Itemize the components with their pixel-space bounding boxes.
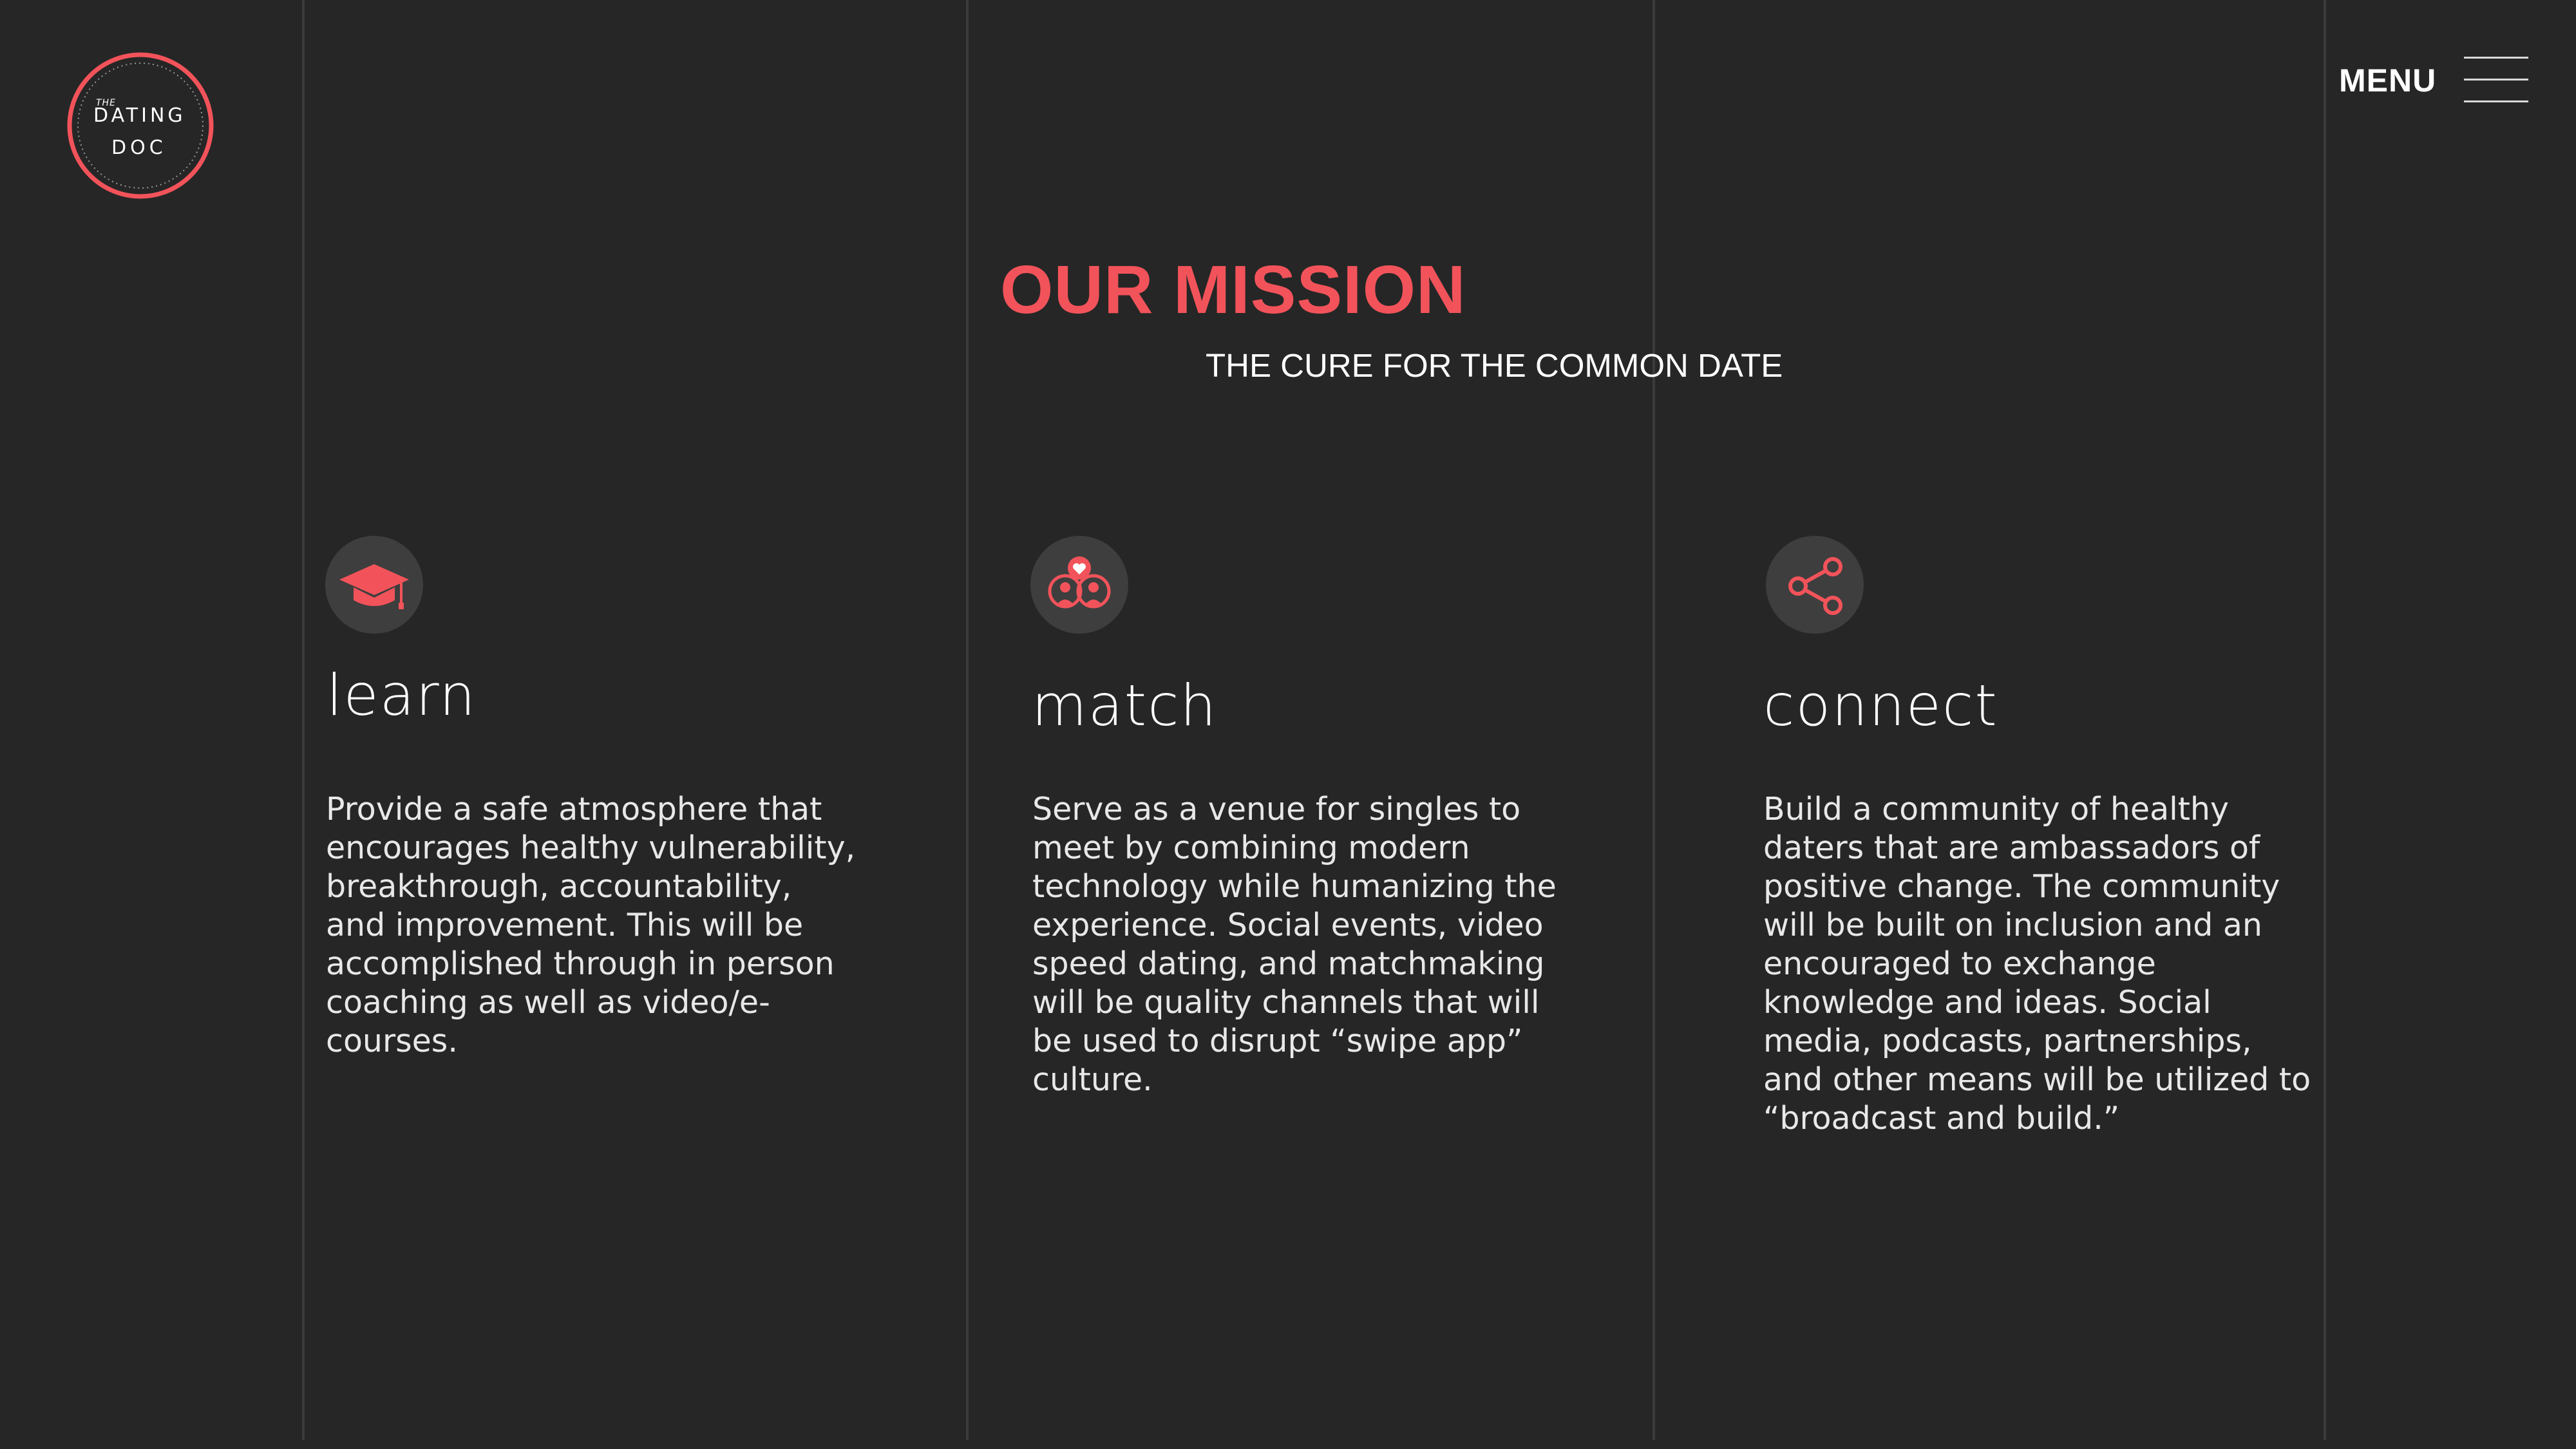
feature-description-connect: Build a community of healthy daters that… bbox=[1763, 791, 2311, 1137]
feature-title-learn: learn bbox=[327, 662, 477, 728]
feature-title-connect: connect bbox=[1763, 672, 1998, 739]
feature-description-learn: Provide a safe atmosphere that encourage… bbox=[326, 791, 856, 1059]
people-heart-icon bbox=[1030, 536, 1128, 634]
site-logo[interactable]: THE DATING DOC bbox=[66, 52, 214, 200]
feature-description-match: Serve as a venue for singles to meet by … bbox=[1032, 791, 1557, 1098]
menu-button[interactable]: MENU bbox=[2339, 62, 2436, 99]
column-divider bbox=[2324, 0, 2326, 1440]
logo-doc: DOC bbox=[111, 137, 167, 159]
hamburger-menu-icon[interactable] bbox=[2464, 57, 2528, 103]
share-icon bbox=[1766, 536, 1864, 634]
column-divider bbox=[1653, 0, 1655, 1440]
graduation-cap-icon bbox=[325, 536, 423, 634]
page: THE DATING DOC MENU OUR MISSION THE CURE… bbox=[0, 0, 2576, 1449]
page-subtitle: THE CURE FOR THE COMMON DATE bbox=[1206, 347, 1783, 384]
page-title: OUR MISSION bbox=[1000, 252, 1466, 328]
column-divider bbox=[302, 0, 305, 1440]
logo-dating: DATING bbox=[93, 104, 186, 127]
column-divider bbox=[966, 0, 969, 1440]
feature-title-match: match bbox=[1032, 672, 1218, 739]
logo-text: THE DATING DOC bbox=[66, 52, 214, 200]
